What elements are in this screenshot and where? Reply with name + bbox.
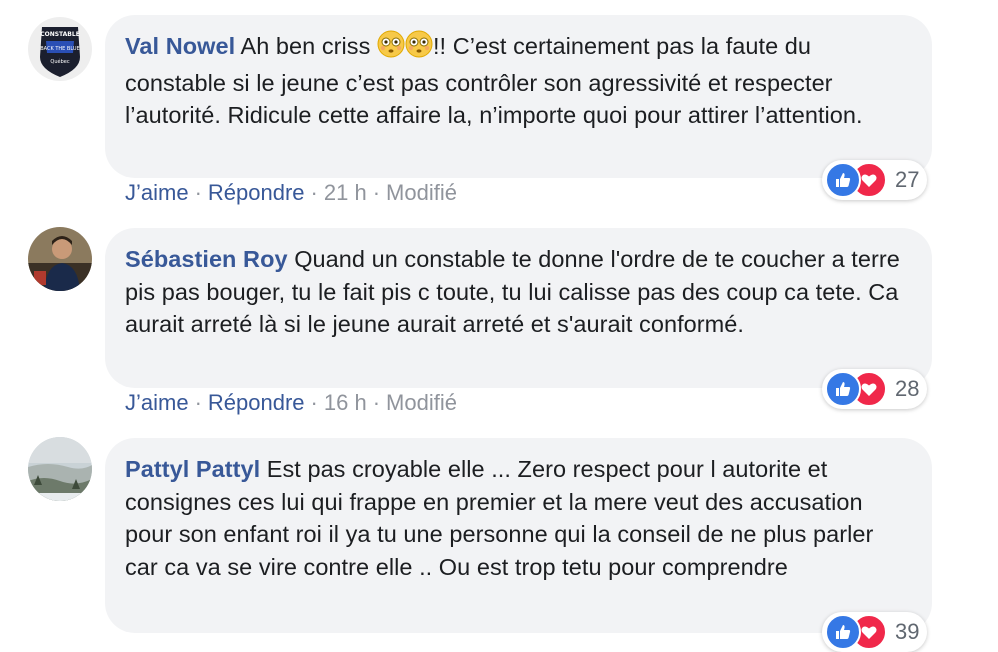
separator-dot: · [194,390,202,415]
like-link[interactable]: J’aime [125,390,189,415]
like-icon [825,614,861,650]
comment-text-continued: !! C’est certainement pas la faute du co… [125,33,863,128]
like-icon [825,162,861,198]
flushed-face-icon [377,30,405,67]
reply-link[interactable]: Répondre [208,180,305,205]
comment-author[interactable]: Val Nowel [125,33,235,59]
reaction-count: 27 [895,167,920,192]
edited-label[interactable]: Modifié [386,390,457,415]
separator-dot: · [194,180,202,205]
comment-time[interactable]: 16 h [324,390,367,415]
reply-link[interactable]: Répondre [208,390,305,415]
constable-badge-icon: CONSTABLE BACK THE BLUE Québec [28,17,92,81]
separator-dot: · [310,390,318,415]
edited-label[interactable]: Modifié [386,180,457,205]
comment-time[interactable]: 21 h [324,180,367,205]
reactions-summary[interactable]: 28 [822,369,928,409]
separator-dot: · [310,180,318,205]
comment-text: Ah ben criss [240,33,377,59]
reactions-summary[interactable]: 27 [822,160,928,200]
separator-dot: · [372,390,381,415]
avatar[interactable] [28,437,92,501]
reaction-count: 39 [895,619,920,644]
separator-dot: · [372,180,381,205]
comment-bubble: Pattyl Pattyl Est pas croyable elle ... … [105,438,932,633]
flushed-face-icon [405,30,433,67]
comment-author[interactable]: Sébastien Roy [125,246,288,272]
reaction-count: 28 [895,376,920,401]
avatar[interactable]: CONSTABLE BACK THE BLUE Québec [28,17,92,81]
avatar-banner-text: BACK THE BLUE [40,46,79,52]
comment-actions: J’aime · Répondre · 16 h · Modifié [125,389,457,417]
comment-bubble: Val Nowel Ah ben criss !! C’est certaine… [105,15,932,178]
avatar-location-text: Québec [50,58,69,65]
avatar-badge-text: CONSTABLE [40,31,80,38]
landscape-photo-icon [28,437,92,501]
like-icon [825,371,861,407]
comment-actions: J’aime · Répondre · 21 h · Modifié [125,179,457,207]
reactions-summary[interactable]: 39 [822,612,928,652]
comment-bubble: Sébastien Roy Quand un constable te donn… [105,228,932,388]
like-link[interactable]: J’aime [125,180,189,205]
profile-photo-icon [28,227,92,291]
avatar[interactable] [28,227,92,291]
comment-author[interactable]: Pattyl Pattyl [125,456,260,482]
